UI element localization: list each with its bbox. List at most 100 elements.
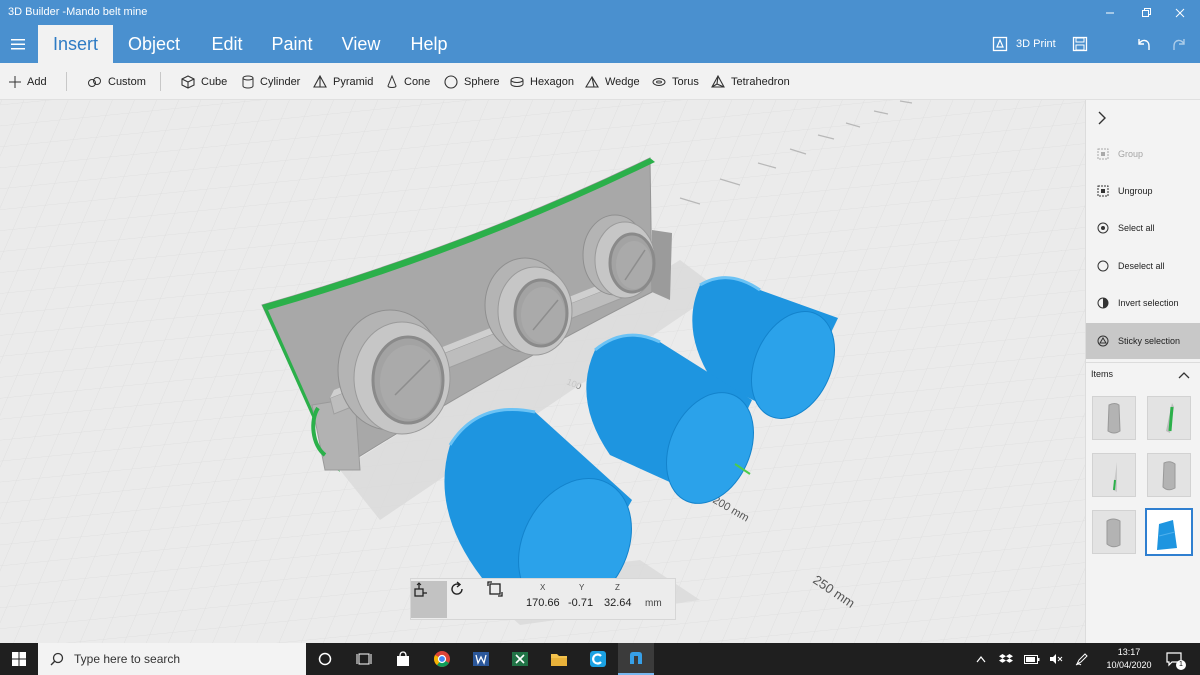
deselect-all-label: Deselect all	[1118, 261, 1165, 271]
item-thumbnail[interactable]	[1147, 396, 1191, 440]
tab-edit[interactable]: Edit	[200, 25, 254, 63]
taskbar-search[interactable]: Type here to search	[38, 643, 306, 675]
chevron-right-icon	[1098, 111, 1106, 125]
3d-viewport[interactable]: 100 200 mm 250 mm	[0, 100, 1085, 643]
ungroup-label: Ungroup	[1118, 186, 1153, 196]
word-app[interactable]	[467, 643, 495, 675]
group-button[interactable]: Group	[1086, 136, 1200, 172]
sticky-selection-label: Sticky selection	[1118, 336, 1181, 346]
battery-tray-icon[interactable]	[1022, 643, 1042, 675]
insert-wedge-button[interactable]: Wedge	[585, 63, 640, 100]
pen-workspace-icon	[1075, 653, 1088, 666]
save-icon	[1072, 36, 1088, 52]
sphere-icon	[444, 74, 458, 89]
task-view-button[interactable]	[350, 643, 378, 675]
move-tool-button[interactable]	[411, 581, 447, 618]
items-header[interactable]: Items	[1086, 362, 1200, 386]
scale-tool-button[interactable]	[487, 581, 523, 618]
excel-app[interactable]	[506, 643, 534, 675]
scene[interactable]: 100 200 mm 250 mm	[0, 100, 1085, 643]
windows-logo-icon	[12, 652, 26, 666]
insert-torus-button[interactable]: Torus	[652, 63, 699, 100]
item-thumbnail-selected[interactable]	[1145, 508, 1193, 556]
insert-cube-button[interactable]: Cube	[181, 63, 227, 100]
taskbar-clock[interactable]: 13:17 10/04/2020	[1102, 646, 1156, 672]
3d-builder-app[interactable]	[618, 643, 654, 675]
start-button[interactable]	[0, 643, 38, 675]
insert-cone-button[interactable]: Cone	[386, 63, 430, 100]
clock-time: 13:17	[1117, 647, 1141, 657]
insert-sphere-button[interactable]: Sphere	[444, 63, 499, 100]
volume-tray-icon[interactable]	[1046, 643, 1066, 675]
ungroup-button[interactable]: Ungroup	[1086, 173, 1200, 209]
tab-help[interactable]: Help	[400, 25, 458, 63]
close-icon	[1175, 8, 1185, 17]
close-button[interactable]	[1160, 0, 1200, 25]
3d-print-icon	[992, 36, 1008, 52]
items-label: Items	[1091, 369, 1114, 379]
battery-icon	[1024, 654, 1040, 664]
task-view-icon	[356, 653, 372, 665]
insert-hexagon-button[interactable]: Hexagon	[510, 63, 574, 100]
dropbox-tray-icon[interactable]	[996, 643, 1016, 675]
edge-icon	[590, 651, 606, 667]
rotate-icon	[451, 581, 463, 595]
cortana-button[interactable]	[311, 643, 339, 675]
title-bar: 3D Builder -Mando belt mine	[0, 0, 1200, 25]
custom-button[interactable]: Custom	[88, 63, 146, 100]
pen-tray-icon[interactable]	[1072, 643, 1092, 675]
y-value-field[interactable]: -0.71	[568, 597, 593, 609]
z-value-field[interactable]: 32.64	[604, 597, 632, 609]
deselect-all-icon	[1096, 259, 1110, 273]
cortana-icon	[318, 652, 332, 666]
3d-print-label: 3D Print	[1016, 38, 1056, 50]
rotate-tool-button[interactable]	[449, 581, 485, 618]
item-thumbnail[interactable]	[1147, 453, 1191, 497]
tab-paint[interactable]: Paint	[262, 25, 322, 63]
store-app[interactable]	[389, 643, 417, 675]
insert-cylinder-button[interactable]: Cylinder	[242, 63, 300, 100]
edge-app[interactable]	[584, 643, 612, 675]
plus-icon	[9, 75, 21, 88]
add-button[interactable]: Add	[9, 63, 47, 100]
redo-button[interactable]	[1172, 31, 1188, 57]
item-thumbnail[interactable]	[1092, 510, 1136, 554]
windows-taskbar: Type here to search 13:17 10/04/2020 1	[0, 643, 1200, 675]
3d-print-button[interactable]: 3D Print	[992, 31, 1056, 57]
action-center-button[interactable]: 1	[1160, 643, 1188, 675]
insert-tetrahedron-button[interactable]: Tetrahedron	[711, 63, 790, 100]
dropbox-icon	[999, 654, 1013, 663]
item-thumbnail[interactable]	[1092, 453, 1136, 497]
deselect-all-button[interactable]: Deselect all	[1086, 248, 1200, 284]
toolbar-divider	[160, 72, 161, 91]
folder-icon	[551, 654, 567, 666]
sticky-selection-toggle[interactable]: Sticky selection	[1086, 323, 1200, 359]
show-hidden-icons-button[interactable]	[972, 643, 990, 675]
redo-icon	[1173, 39, 1185, 50]
unit-selector[interactable]: mm	[645, 598, 662, 609]
object-panel: Group Ungroup Select all Deselect all In…	[1085, 100, 1200, 643]
select-all-button[interactable]: Select all	[1086, 210, 1200, 246]
collapse-panel-button[interactable]	[1096, 110, 1116, 130]
torus-icon	[652, 77, 666, 86]
chevron-up-icon	[1178, 372, 1190, 379]
wedge-label: Wedge	[605, 75, 640, 88]
hamburger-menu-button[interactable]	[6, 31, 30, 57]
tab-view[interactable]: View	[332, 25, 390, 63]
minimize-button[interactable]	[1090, 0, 1130, 25]
item-thumbnail[interactable]	[1092, 396, 1136, 440]
insert-pyramid-button[interactable]: Pyramid	[313, 63, 373, 100]
invert-selection-button[interactable]: Invert selection	[1086, 285, 1200, 321]
x-value-field[interactable]: 170.66	[526, 597, 560, 609]
torus-label: Torus	[672, 75, 699, 88]
tab-insert[interactable]: Insert	[38, 25, 113, 63]
invert-selection-icon	[1096, 296, 1110, 310]
group-label: Group	[1118, 149, 1144, 159]
tab-object[interactable]: Object	[116, 25, 192, 63]
cube-label: Cube	[201, 75, 228, 88]
undo-button[interactable]	[1135, 31, 1151, 57]
save-button[interactable]	[1072, 31, 1088, 57]
position-panel: X Y Z 170.66 -0.71 32.64 mm	[410, 578, 676, 620]
chrome-app[interactable]	[428, 643, 456, 675]
file-explorer-app[interactable]	[545, 643, 573, 675]
